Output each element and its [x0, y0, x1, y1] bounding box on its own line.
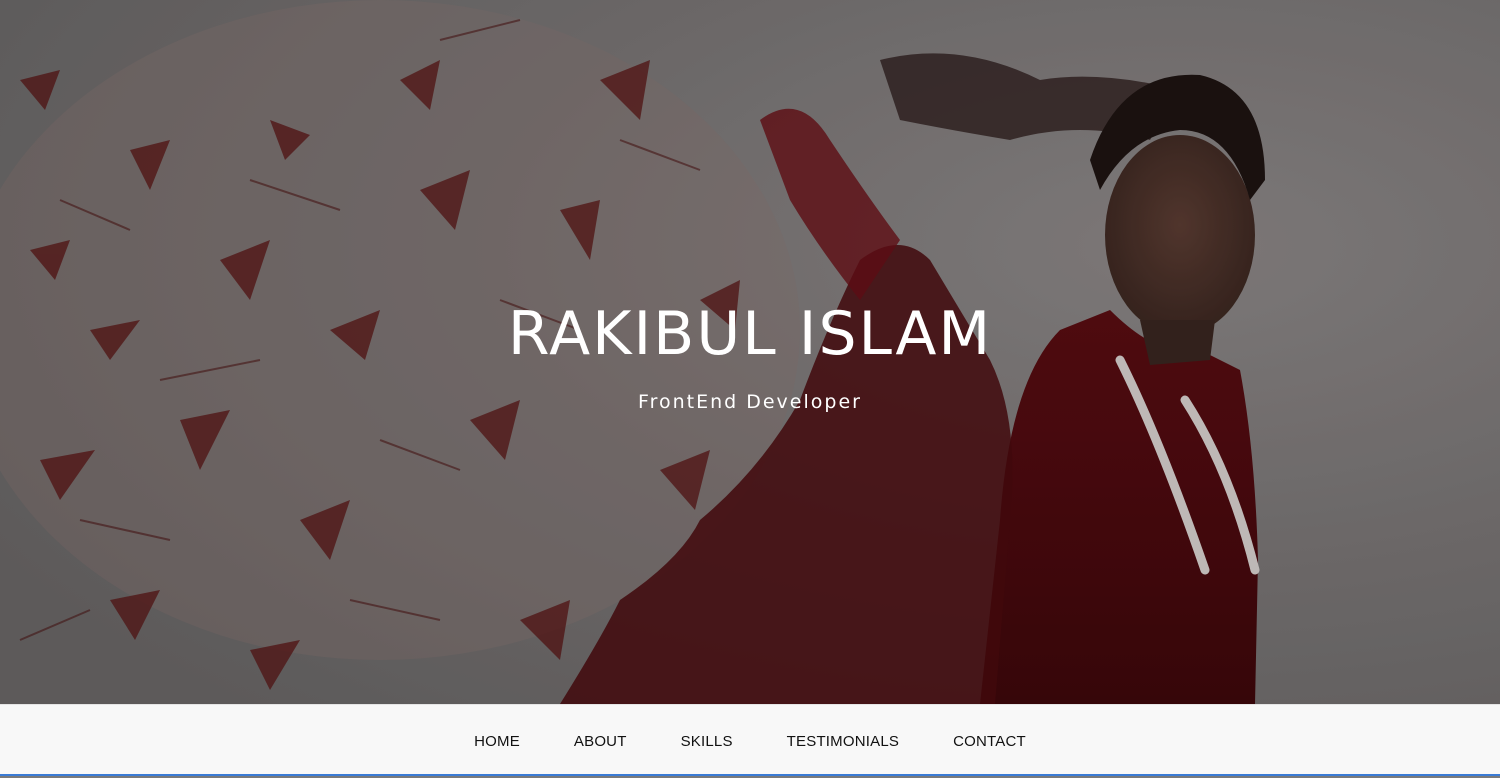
- nav-link-contact[interactable]: CONTACT: [953, 733, 1026, 750]
- nav-item-contact: CONTACT: [953, 731, 1026, 750]
- hero-subtitle: FrontEnd Developer: [638, 391, 862, 413]
- nav-item-testimonials: TESTIMONIALS: [787, 731, 899, 750]
- nav-link-testimonials[interactable]: TESTIMONIALS: [787, 733, 899, 750]
- nav-list: HOME ABOUT SKILLS TESTIMONIALS CONTACT: [0, 705, 1500, 775]
- main-navigation: HOME ABOUT SKILLS TESTIMONIALS CONTACT: [0, 704, 1500, 776]
- nav-item-skills: SKILLS: [681, 731, 733, 750]
- nav-link-home[interactable]: HOME: [474, 733, 520, 750]
- nav-link-about[interactable]: ABOUT: [574, 733, 627, 750]
- hero-section: RAKIBUL ISLAM FrontEnd Developer: [0, 0, 1500, 704]
- nav-item-about: ABOUT: [574, 731, 627, 750]
- hero-title: RAKIBUL ISLAM: [507, 299, 993, 369]
- nav-link-skills[interactable]: SKILLS: [681, 733, 733, 750]
- page: RAKIBUL ISLAM FrontEnd Developer HOME AB…: [0, 0, 1500, 778]
- nav-item-home: HOME: [474, 731, 520, 750]
